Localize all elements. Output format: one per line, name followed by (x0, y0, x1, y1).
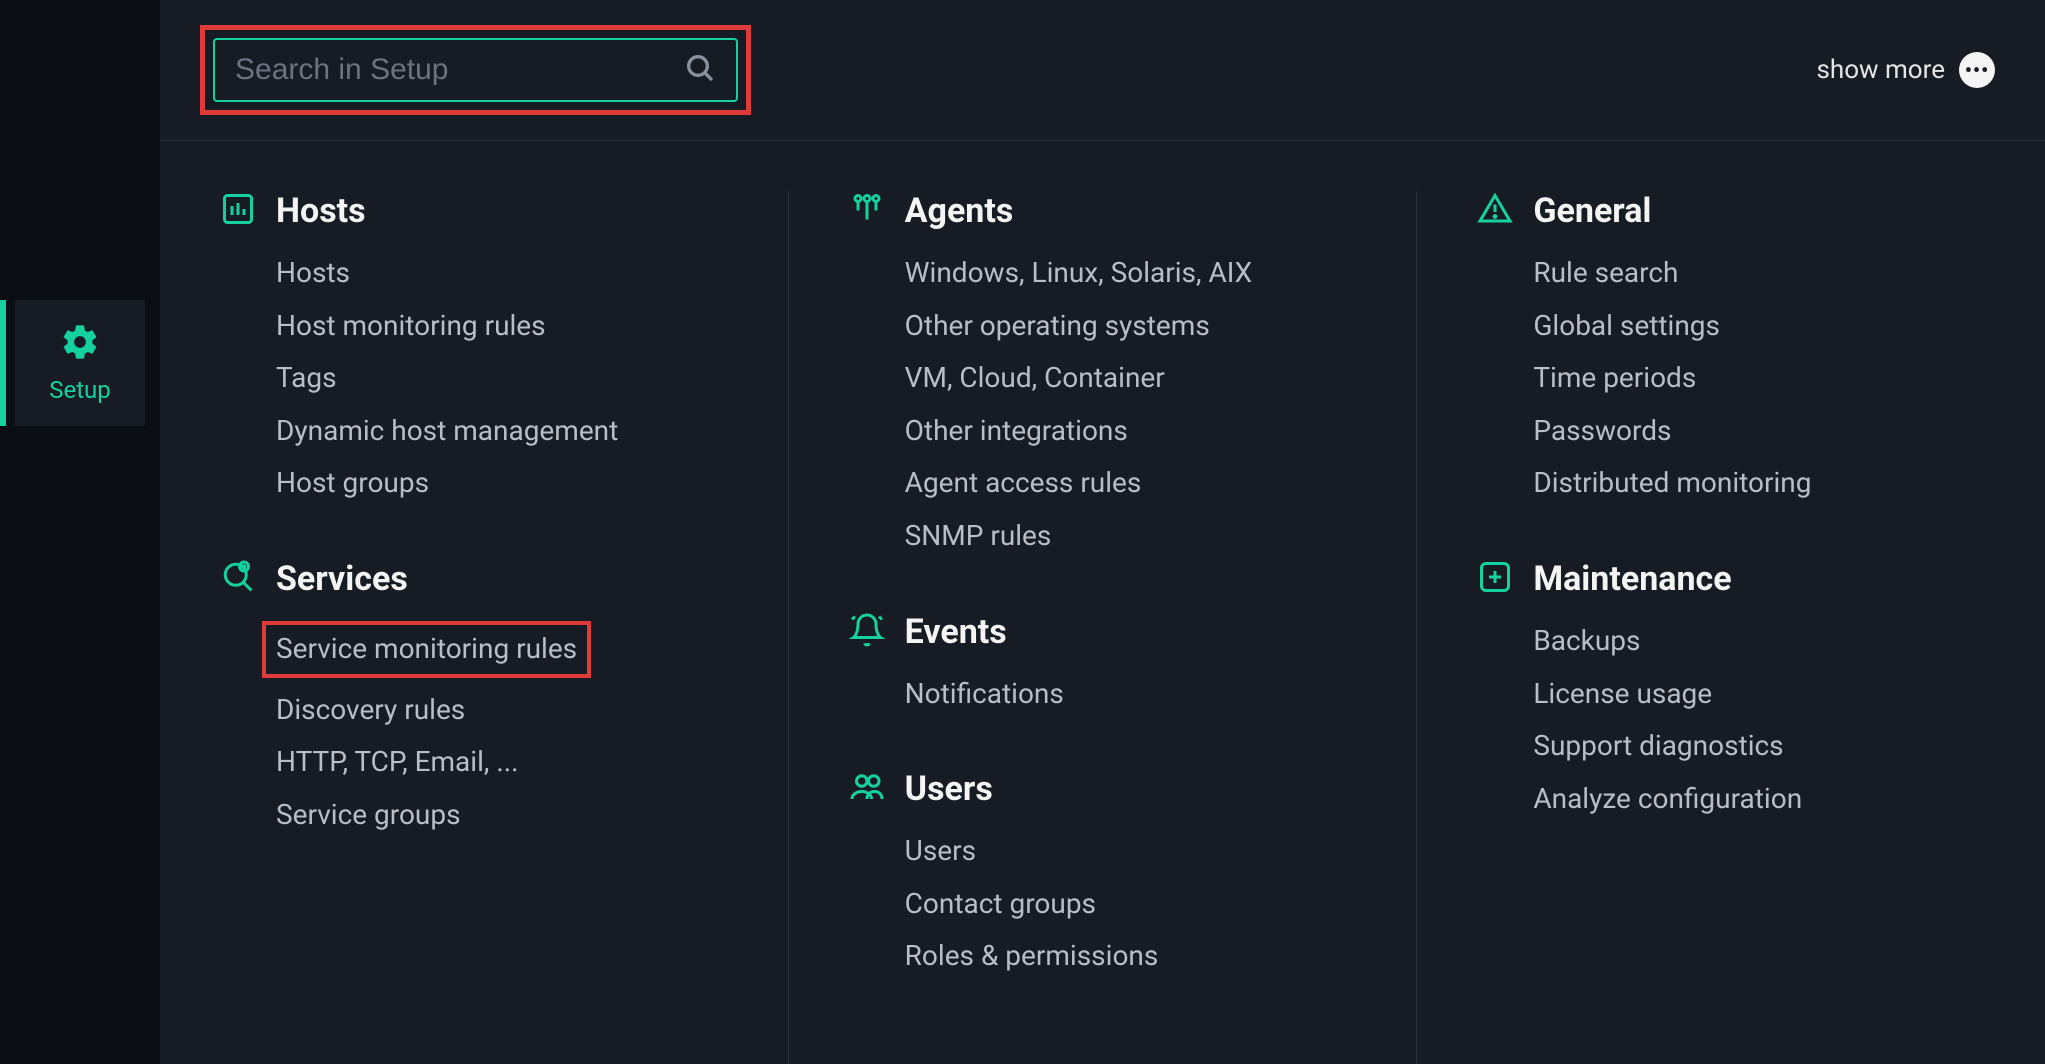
show-more-label: show more (1816, 55, 1945, 85)
section-agents: Agents Windows, Linux, Solaris, AIX Other … (849, 191, 1357, 557)
menu-item-license-usage[interactable]: License usage (1533, 674, 1985, 715)
menu-item-other-operating-systems[interactable]: Other operating systems (905, 306, 1357, 347)
menu-item-passwords[interactable]: Passwords (1533, 411, 1985, 452)
header: show more ••• (160, 0, 2045, 141)
column-1: Agents Windows, Linux, Solaris, AIX Other … (789, 191, 1418, 1064)
section-items: Users Contact groups Roles & permissions (849, 831, 1357, 977)
section-header-agents[interactable]: Agents (849, 191, 1357, 231)
bar-chart-icon (220, 191, 256, 231)
section-title: Agents (905, 191, 1014, 231)
section-title: Users (905, 769, 993, 809)
section-header-events[interactable]: Events (849, 612, 1357, 652)
more-icon: ••• (1959, 52, 1995, 88)
menu-item-notifications[interactable]: Notifications (905, 674, 1357, 715)
search-box[interactable] (213, 38, 738, 102)
section-services: Services Service monitoring rules Discover… (220, 559, 728, 835)
section-title: General (1533, 191, 1651, 231)
menu-item-dynamic-host-management[interactable]: Dynamic host management (276, 411, 728, 452)
menu-item-snmp-rules[interactable]: SNMP rules (905, 516, 1357, 557)
menu-item-discovery-rules[interactable]: Discovery rules (276, 690, 728, 731)
section-title: Maintenance (1533, 559, 1731, 599)
columns: Hosts Hosts Host monitoring rules Tags Dynam… (160, 141, 2045, 1064)
menu-item-agent-access-rules[interactable]: Agent access rules (905, 463, 1357, 504)
column-2: General Rule search Global settings Time pe… (1417, 191, 2045, 1064)
section-hosts: Hosts Hosts Host monitoring rules Tags Dynam… (220, 191, 728, 504)
main-content: show more ••• Hosts Hosts Host monitoring … (160, 0, 2045, 1064)
search-input[interactable] (235, 53, 684, 87)
sidebar-item-label: Setup (49, 376, 111, 404)
menu-item-http-tcp-email[interactable]: HTTP, TCP, Email, ... (276, 742, 728, 783)
network-icon (849, 191, 885, 231)
menu-item-distributed-monitoring[interactable]: Distributed monitoring (1533, 463, 1985, 504)
search-icon (684, 52, 716, 88)
section-header-general[interactable]: General (1477, 191, 1985, 231)
section-events: Events Notifications (849, 612, 1357, 715)
section-header-services[interactable]: Services (220, 559, 728, 599)
column-0: Hosts Hosts Host monitoring rules Tags Dynam… (160, 191, 789, 1064)
section-items: Backups License usage Support diagnostics A… (1477, 621, 1985, 819)
menu-item-tags[interactable]: Tags (276, 358, 728, 399)
section-maintenance: Maintenance Backups License usage Support d… (1477, 559, 1985, 819)
bell-icon (849, 612, 885, 652)
users-icon (849, 769, 885, 809)
warning-icon (1477, 191, 1513, 231)
section-header-maintenance[interactable]: Maintenance (1477, 559, 1985, 599)
menu-item-global-settings[interactable]: Global settings (1533, 306, 1985, 347)
plus-box-icon (1477, 559, 1513, 599)
menu-item-roles-permissions[interactable]: Roles & permissions (905, 936, 1357, 977)
sidebar-item-setup[interactable]: Setup (15, 300, 145, 426)
menu-item-users[interactable]: Users (905, 831, 1357, 872)
menu-item-vm-cloud-container[interactable]: VM, Cloud, Container (905, 358, 1357, 399)
menu-item-other-integrations[interactable]: Other integrations (905, 411, 1357, 452)
section-title: Hosts (276, 191, 366, 231)
menu-item-host-groups[interactable]: Host groups (276, 463, 728, 504)
section-general: General Rule search Global settings Time pe… (1477, 191, 1985, 504)
section-items: Rule search Global settings Time periods Pa… (1477, 253, 1985, 504)
section-title: Services (276, 559, 408, 599)
sidebar: Setup (0, 0, 160, 1064)
menu-item-host-monitoring-rules[interactable]: Host monitoring rules (276, 306, 728, 347)
section-items: Windows, Linux, Solaris, AIX Other operat… (849, 253, 1357, 557)
section-title: Events (905, 612, 1007, 652)
magnify-plus-icon (220, 559, 256, 599)
section-header-hosts[interactable]: Hosts (220, 191, 728, 231)
menu-item-service-groups[interactable]: Service groups (276, 795, 728, 836)
section-items: Service monitoring rules Discovery rules H… (220, 621, 728, 835)
menu-item-contact-groups[interactable]: Contact groups (905, 884, 1357, 925)
menu-item-hosts[interactable]: Hosts (276, 253, 728, 294)
search-highlight-box (200, 25, 751, 115)
section-items: Notifications (849, 674, 1357, 715)
menu-item-backups[interactable]: Backups (1533, 621, 1985, 662)
section-header-users[interactable]: Users (849, 769, 1357, 809)
section-items: Hosts Host monitoring rules Tags Dynamic ho… (220, 253, 728, 504)
menu-item-analyze-configuration[interactable]: Analyze configuration (1533, 779, 1985, 820)
menu-item-time-periods[interactable]: Time periods (1533, 358, 1985, 399)
section-users: Users Users Contact groups Roles & permissi… (849, 769, 1357, 977)
menu-item-windows-linux-solaris-aix[interactable]: Windows, Linux, Solaris, AIX (905, 253, 1357, 294)
menu-item-service-monitoring-rules[interactable]: Service monitoring rules (262, 621, 591, 678)
menu-item-rule-search[interactable]: Rule search (1533, 253, 1985, 294)
show-more-button[interactable]: show more ••• (1816, 52, 1995, 88)
menu-item-support-diagnostics[interactable]: Support diagnostics (1533, 726, 1985, 767)
gear-icon (60, 322, 100, 366)
